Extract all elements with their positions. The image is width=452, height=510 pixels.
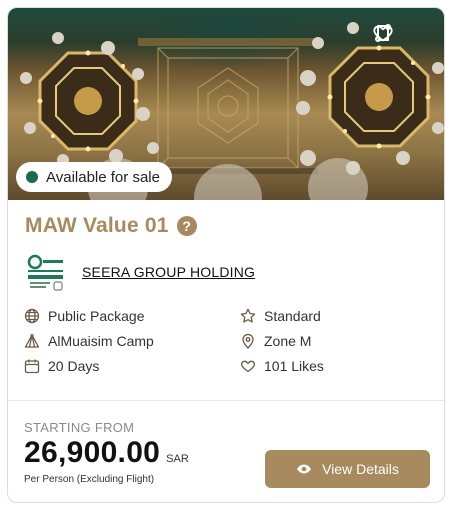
- map-pin-icon: [240, 333, 256, 349]
- heart-icon: [240, 358, 256, 374]
- eye-icon: [296, 461, 312, 477]
- price-amount: 26,900.00: [24, 436, 161, 469]
- package-title[interactable]: MAW Value 01: [25, 214, 169, 238]
- starting-from-label: STARTING FROM: [24, 420, 135, 435]
- feature-camp-label: AlMuaisim Camp: [48, 333, 154, 349]
- availability-label: Available for sale: [46, 168, 160, 186]
- card-divider: [8, 400, 444, 401]
- feature-duration: 20 Days: [24, 358, 99, 374]
- feature-camp: AlMuaisim Camp: [24, 333, 154, 349]
- availability-badge: Available for sale: [16, 162, 172, 192]
- star-outline-icon: [240, 308, 256, 324]
- feature-zone-label: Zone M: [264, 333, 312, 349]
- feature-likes-label: 101 Likes: [264, 358, 324, 374]
- view-details-button[interactable]: View Details: [265, 450, 430, 488]
- price-row: 26,900.00 SAR: [24, 436, 189, 470]
- view-details-label: View Details: [322, 461, 399, 477]
- favorite-heart-icon[interactable]: [373, 22, 432, 44]
- package-image[interactable]: Available for sale: [8, 8, 444, 200]
- calendar-icon: [24, 358, 40, 374]
- seera-logo-icon: [26, 252, 66, 292]
- image-actions: [372, 22, 432, 44]
- feature-likes: 101 Likes: [240, 358, 324, 374]
- feature-package-type: Public Package: [24, 308, 145, 324]
- feature-duration-label: 20 Days: [48, 358, 100, 374]
- help-icon[interactable]: ?: [176, 216, 197, 236]
- feature-tier-label: Standard: [264, 308, 321, 324]
- globe-icon: [24, 308, 40, 324]
- tent-icon: [24, 333, 40, 349]
- title-row: MAW Value 01 ?: [25, 214, 197, 238]
- package-card[interactable]: Available for sale MAW Value 01 ? SEERA …: [7, 7, 445, 503]
- feature-tier: Standard: [240, 308, 321, 324]
- organizer-row: SEERA GROUP HOLDING: [26, 252, 255, 292]
- status-dot-icon: [26, 171, 38, 183]
- price-currency: SAR: [166, 453, 189, 465]
- price-note: Per Person (Excluding Flight): [24, 474, 155, 485]
- feature-package-type-label: Public Package: [48, 308, 145, 324]
- organizer-name-link[interactable]: SEERA GROUP HOLDING: [82, 264, 255, 280]
- feature-zone: Zone M: [240, 333, 311, 349]
